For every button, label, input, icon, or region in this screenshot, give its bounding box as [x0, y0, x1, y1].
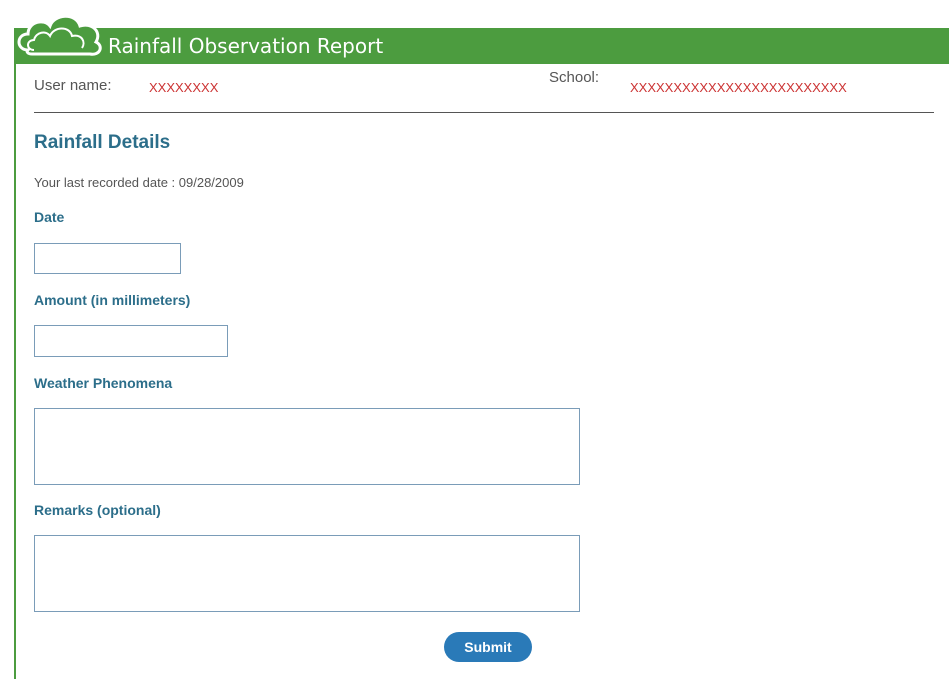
school-value: XXXXXXXXXXXXXXXXXXXXXXXXX [630, 80, 847, 95]
divider [34, 112, 934, 113]
date-input[interactable] [34, 243, 181, 274]
submit-button[interactable]: Submit [444, 632, 532, 662]
user-name-value: XXXXXXXX [149, 80, 219, 95]
rainfall-report-page: Rainfall Observation Report User name: X… [0, 0, 949, 679]
school-label: School: [549, 69, 600, 86]
user-name-label: User name: [34, 77, 112, 94]
left-border [14, 64, 16, 679]
last-recorded-date: Your last recorded date : 09/28/2009 [34, 175, 244, 190]
remarks-label: Remarks (optional) [34, 502, 161, 518]
weather-phenomena-label: Weather Phenomena [34, 375, 173, 391]
weather-phenomena-textarea[interactable] [34, 408, 580, 485]
section-title: Rainfall Details [34, 132, 171, 153]
amount-input[interactable] [34, 325, 228, 357]
cloud-icon [17, 14, 102, 56]
date-label: Date [34, 209, 65, 225]
app-title: Rainfall Observation Report [108, 34, 384, 58]
remarks-textarea[interactable] [34, 535, 580, 612]
amount-label: Amount (in millimeters) [34, 292, 191, 308]
